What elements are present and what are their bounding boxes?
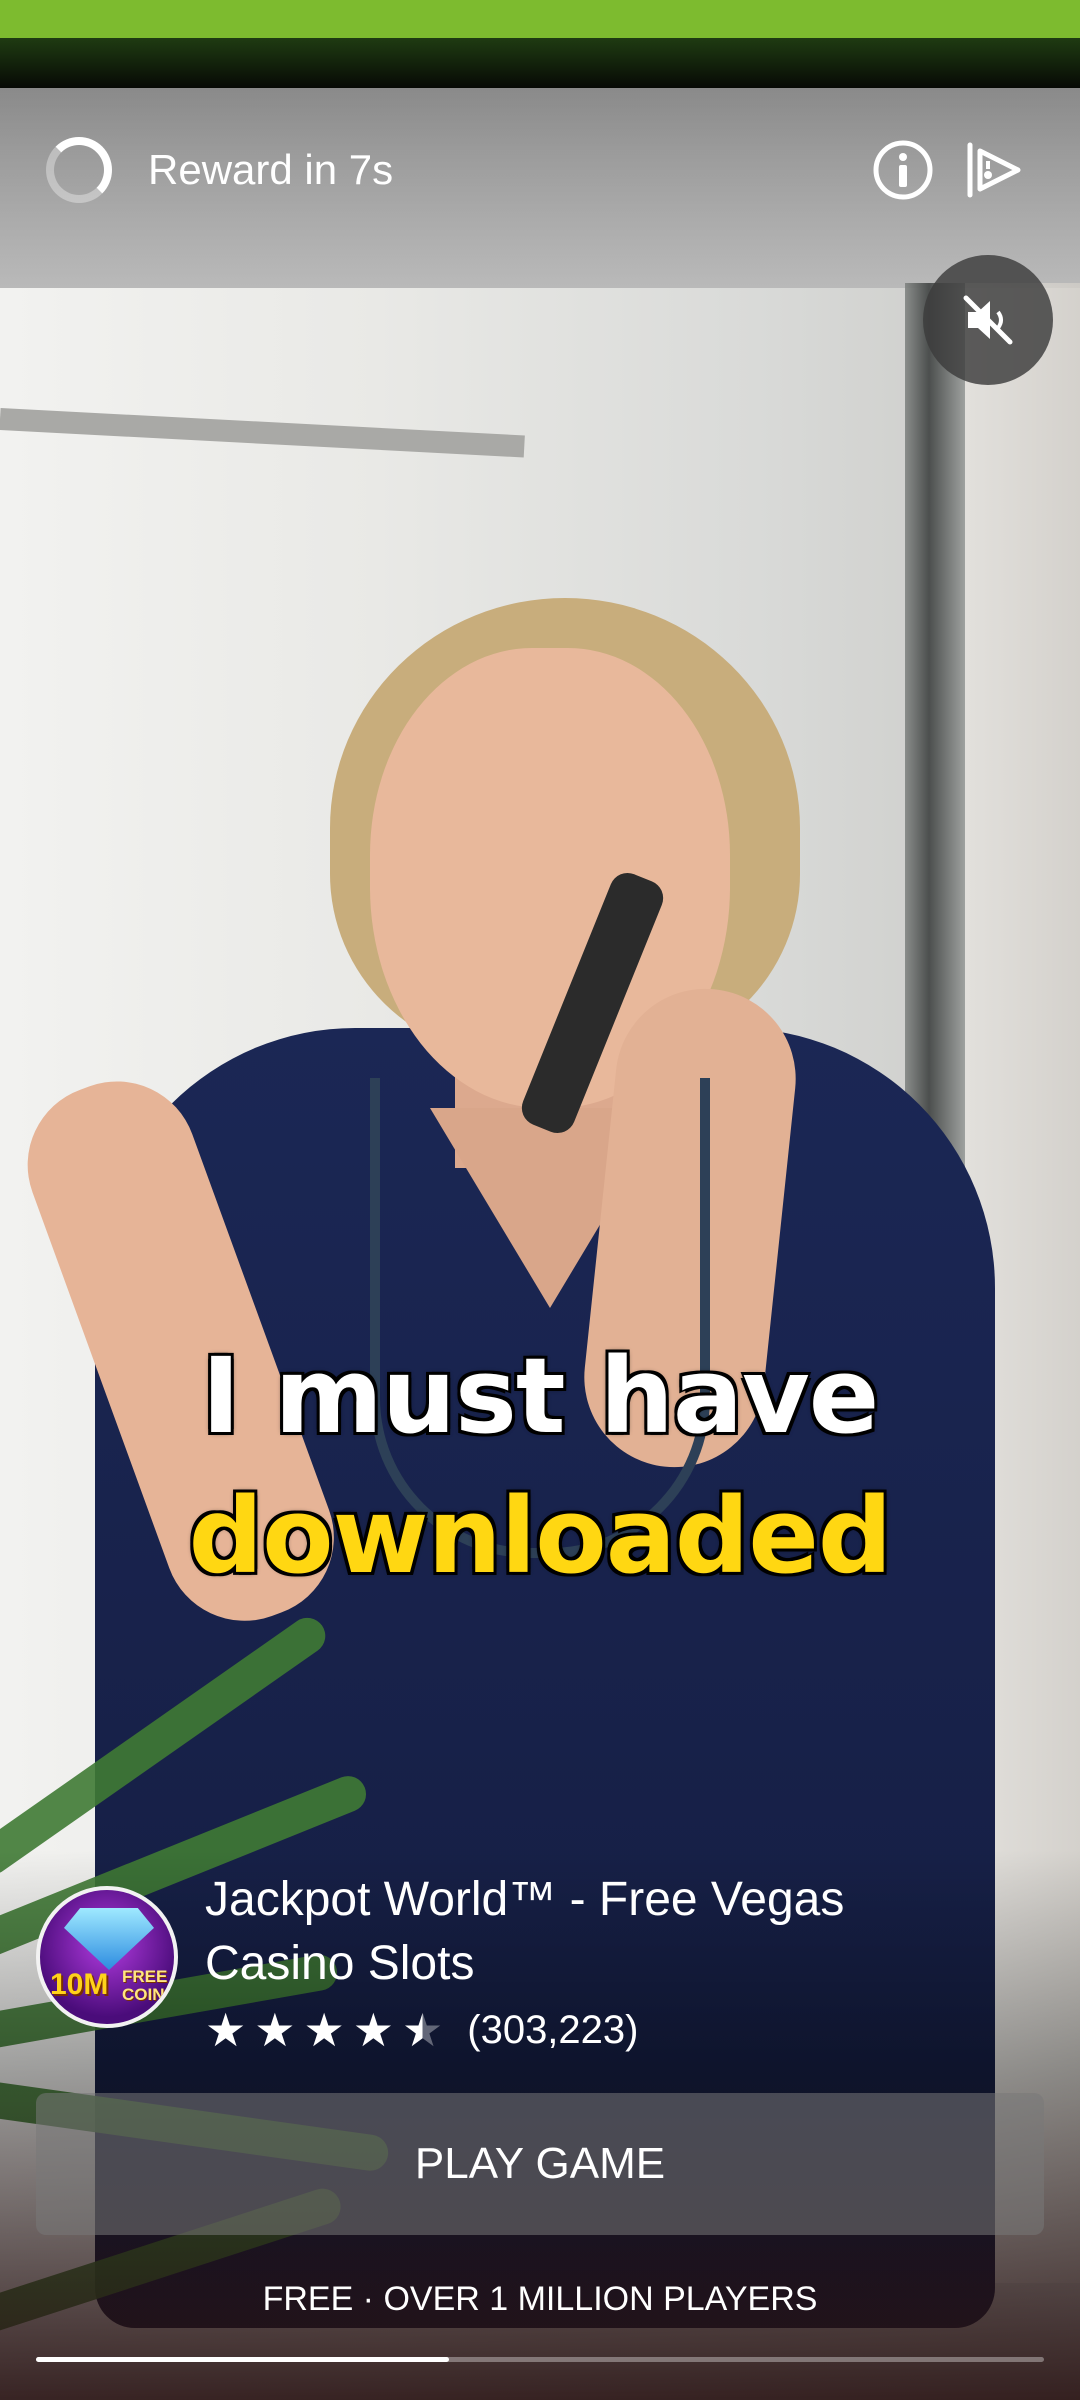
review-count: (303,223) [467,2007,639,2052]
app-icon[interactable]: 10M FREE COINS [36,1886,178,2028]
reward-timer: Reward in 7s [46,130,393,210]
ad-screen: Reward in 7s I must have downloaded 10M … [0,0,1080,2400]
coin-badge: 10M FREE COINS [50,1967,176,2004]
mute-toggle-button[interactable] [923,255,1053,385]
ad-choices-icon[interactable] [958,135,1028,205]
play-game-button[interactable]: PLAY GAME [36,2093,1044,2235]
star-half-icon: ★ [402,2004,444,2056]
star-full-icon: ★ [205,2004,247,2056]
star-full-icon: ★ [303,2004,345,2056]
ad-progress-bar [36,2357,1044,2362]
info-icon[interactable] [868,135,938,205]
ad-top-actions [868,130,1028,210]
status-bar [0,0,1080,38]
speaker-muted-icon [963,295,1013,345]
app-rating: ★ ★ ★ ★ ★ (303,223) [205,2005,638,2055]
subtitle-line-2: downloaded [188,1475,893,1597]
app-title[interactable]: Jackpot World™ - Free Vegas Casino Slots [205,1868,965,1996]
subtitle-line-1: I must have [201,1335,880,1457]
star-rating: ★ ★ ★ ★ ★ [205,2005,443,2055]
ad-progress-fill [36,2357,450,2362]
loading-spinner-icon [46,137,112,203]
star-full-icon: ★ [352,2004,394,2056]
diamond-icon [64,1908,154,1970]
star-full-icon: ★ [254,2004,296,2056]
tagline: FREE · OVER 1 MILLION PLAYERS [262,2280,818,2318]
reward-countdown-text: Reward in 7s [148,146,394,193]
status-bar-shadow [0,38,1080,88]
